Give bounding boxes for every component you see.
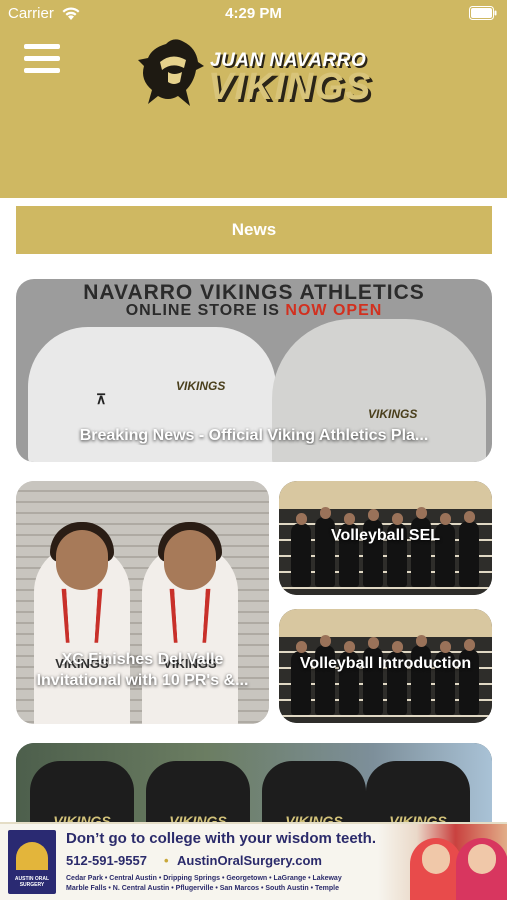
shirt-logo-left: VIKINGS: [176, 379, 226, 393]
shirt-logo-right: VIKINGS: [368, 407, 418, 421]
athlete-figure: VIKINGS: [34, 522, 130, 724]
athlete-figure: VIKINGS: [142, 522, 238, 724]
team-photo: [287, 627, 484, 723]
ad-separator: •: [164, 853, 169, 868]
news-card-caption: XC Finishes Del Valle Invitational with …: [36, 651, 249, 689]
news-card-caption: Volleyball Introduction: [299, 655, 472, 672]
clock: 4:29 PM: [225, 5, 282, 22]
battery-icon: [469, 6, 497, 20]
sponsor-logo: AUSTIN ORAL SURGERY: [8, 830, 56, 894]
news-card-volleyball-introduction[interactable]: Volleyball Introduction: [279, 609, 492, 723]
school-logo: JUAN NAVARRO VIKINGS: [138, 36, 400, 110]
featured-caption: Breaking News - Official Viking Athletic…: [79, 427, 429, 444]
ad-website: AustinOralSurgery.com: [177, 853, 322, 868]
news-section-button[interactable]: News: [16, 206, 492, 254]
status-bar: Carrier 4:29 PM: [0, 0, 507, 28]
viking-helmet-icon: [138, 39, 204, 106]
ad-locations-line-2: Marble Falls • N. Central Austin • Pflug…: [66, 885, 339, 892]
store-subheadline: ONLINE STORE IS NOW OPEN: [125, 302, 383, 319]
brand-mark-icon: ⊼: [96, 391, 107, 407]
ad-phone: 512-591-9557: [66, 853, 147, 868]
news-card-volleyball-sel[interactable]: Volleyball SEL: [279, 481, 492, 595]
news-card-caption: Volleyball SEL: [330, 527, 441, 544]
advertisement-banner[interactable]: AUSTIN ORAL SURGERY Don’t go to college …: [0, 822, 507, 900]
ad-locations-line-1: Cedar Park • Central Austin • Dripping S…: [66, 875, 342, 882]
app-header: Carrier 4:29 PM JUAN NAVARRO VIKINGS: [0, 0, 507, 198]
news-card-team-photo[interactable]: VIKINGS VIKINGS VIKINGS VIKINGS: [16, 743, 492, 833]
ad-photo: [378, 824, 507, 900]
hamburger-menu-icon[interactable]: [24, 44, 60, 74]
logo-line-2: VIKINGS: [208, 66, 372, 108]
featured-news-card[interactable]: NAVARRO VIKINGS ATHLETICS ONLINE STORE I…: [16, 279, 492, 462]
team-photo: [287, 499, 484, 595]
news-card-xc[interactable]: VIKINGS VIKINGS XC Finishes Del Valle In…: [16, 481, 269, 724]
ad-headline: Don’t go to college with your wisdom tee…: [66, 830, 377, 847]
